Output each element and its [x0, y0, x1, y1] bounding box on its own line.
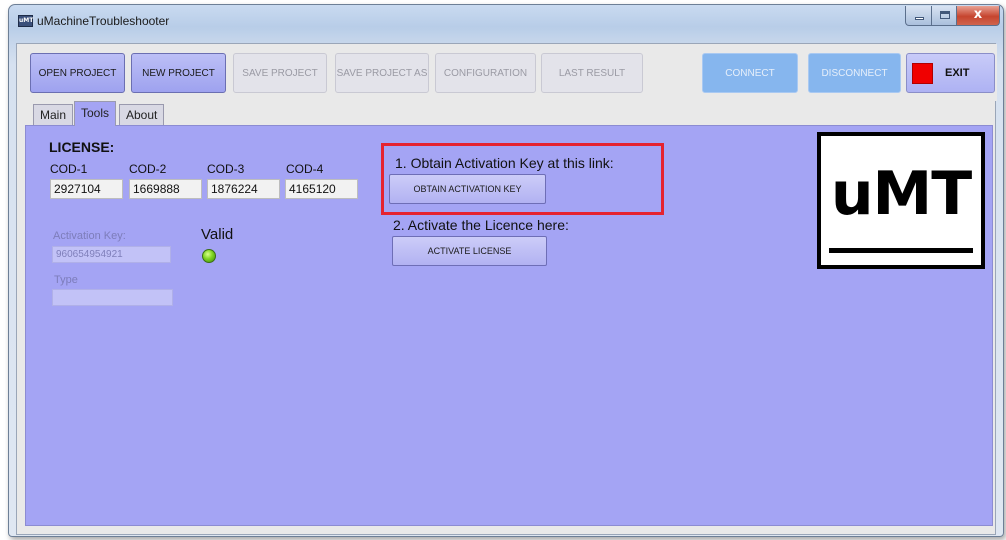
cod-4-label: COD-4 [286, 162, 324, 176]
app-icon: uMT [18, 15, 33, 27]
close-icon: x [973, 7, 983, 22]
logo-underline [829, 248, 973, 253]
cod-3-field[interactable]: 1876224 [207, 179, 280, 199]
license-title: LICENSE: [49, 139, 115, 155]
exit-button[interactable]: EXIT [906, 53, 995, 93]
type-label: Type [54, 274, 78, 286]
cod-2-field[interactable]: 1669888 [129, 179, 202, 199]
cod-2-label: COD-2 [129, 162, 167, 176]
cod-3-label: COD-3 [207, 162, 245, 176]
activate-license-button[interactable]: ACTIVATE LICENSE [392, 236, 547, 266]
step2-label: 2. Activate the Licence here: [393, 217, 569, 233]
new-project-button[interactable]: NEW PROJECT [131, 53, 226, 93]
open-project-button[interactable]: OPEN PROJECT [30, 53, 125, 93]
minimize-icon [915, 17, 924, 20]
tools-panel: LICENSE: COD-1 COD-2 COD-3 COD-4 2927104… [25, 125, 993, 526]
save-project-button[interactable]: SAVE PROJECT [233, 53, 327, 93]
stop-indicator-icon [912, 62, 933, 84]
minimize-button[interactable] [905, 6, 932, 26]
client-area: OPEN PROJECT NEW PROJECT SAVE PROJECT SA… [16, 43, 997, 535]
window-title: uMachineTroubleshooter [37, 14, 170, 28]
exit-label: EXIT [945, 66, 970, 79]
cod-1-field[interactable]: 2927104 [50, 179, 123, 199]
close-button[interactable]: x [956, 6, 1000, 26]
umt-logo: uMT [817, 132, 985, 269]
title-bar[interactable]: uMT uMachineTroubleshooter x [9, 5, 1003, 39]
status-led-icon [202, 249, 216, 263]
cod-1-label: COD-1 [50, 162, 88, 176]
activation-key-field[interactable]: 960654954921 [52, 246, 171, 263]
disconnect-button[interactable]: DISCONNECT [808, 53, 901, 93]
tab-main[interactable]: Main [33, 104, 74, 125]
obtain-activation-key-button[interactable]: OBTAIN ACTIVATION KEY [389, 174, 546, 204]
maximize-icon [940, 11, 950, 19]
configuration-button[interactable]: CONFIGURATION [435, 53, 536, 93]
save-project-as-button[interactable]: SAVE PROJECT AS [335, 53, 429, 93]
type-field[interactable] [52, 289, 173, 306]
logo-text: uMT [830, 159, 972, 229]
tab-tools[interactable]: Tools [74, 101, 117, 126]
toolbar: OPEN PROJECT NEW PROJECT SAVE PROJECT SA… [17, 44, 997, 101]
license-status-label: Valid [201, 226, 234, 243]
cod-4-field[interactable]: 4165120 [285, 179, 358, 199]
step1-label: 1. Obtain Activation Key at this link: [395, 155, 614, 171]
maximize-button[interactable] [931, 6, 957, 26]
activation-key-label: Activation Key: [53, 230, 126, 242]
app-window: uMT uMachineTroubleshooter x OPEN PROJEC… [8, 4, 1004, 537]
connect-button[interactable]: CONNECT [702, 53, 798, 93]
tab-about[interactable]: About [119, 104, 165, 125]
last-result-button[interactable]: LAST RESULT [541, 53, 643, 93]
